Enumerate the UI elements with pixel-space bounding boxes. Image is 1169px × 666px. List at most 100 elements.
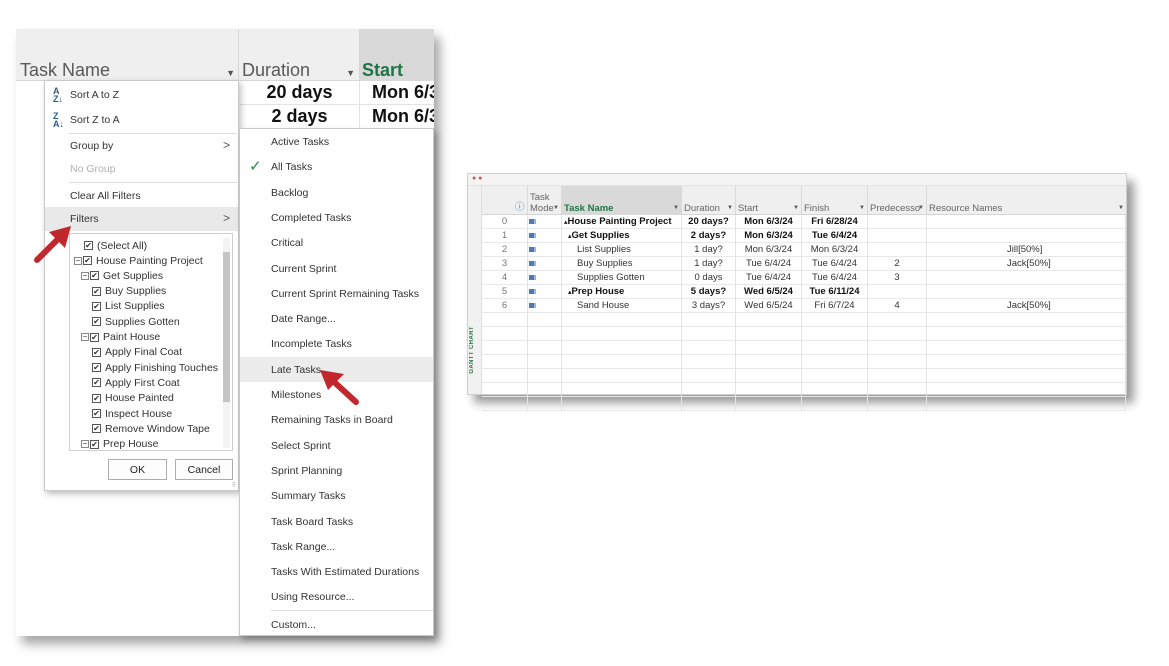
- finish-cell[interactable]: Tue 6/4/24: [802, 257, 868, 271]
- tree-item[interactable]: ✔ Supplies Gotten: [92, 314, 180, 329]
- task-name-cell[interactable]: Supplies Gotten: [562, 271, 682, 285]
- task-mode-cell[interactable]: [528, 299, 562, 313]
- collapse-icon[interactable]: −: [81, 333, 89, 341]
- predecessors-cell[interactable]: [868, 313, 927, 327]
- dropdown-arrow-icon[interactable]: ▼: [727, 203, 733, 214]
- dropdown-arrow-icon[interactable]: ▼: [673, 203, 679, 214]
- table-row[interactable]: 6 Sand House 3 days? Wed 6/5/24 Fri 6/7/24 4 J…: [482, 299, 1126, 313]
- row-id-cell[interactable]: [482, 369, 528, 383]
- checkbox-checked-icon[interactable]: ✔: [90, 271, 99, 281]
- dropdown-arrow-icon[interactable]: ▼: [793, 203, 799, 214]
- task-mode-cell[interactable]: [528, 369, 562, 383]
- task-name-cell[interactable]: [562, 383, 682, 397]
- duration-column-header[interactable]: Duration ▼: [682, 186, 736, 215]
- finish-cell[interactable]: [802, 383, 868, 397]
- table-row[interactable]: 0 ▴House Painting Project 20 days? Mon 6/3/…: [482, 215, 1126, 229]
- task-name-cell[interactable]: [562, 313, 682, 327]
- start-cell[interactable]: [736, 397, 802, 411]
- finish-cell[interactable]: [802, 369, 868, 383]
- filter-item[interactable]: Current Sprint Remaining Tasks: [240, 281, 433, 306]
- row-id-cell[interactable]: [482, 383, 528, 397]
- collapse-icon[interactable]: −: [81, 440, 89, 449]
- filter-item[interactable]: Backlog: [240, 180, 433, 205]
- resize-grip-icon[interactable]: ⠿: [232, 482, 236, 489]
- start-column-header[interactable]: Start ▼: [736, 186, 802, 215]
- filter-item[interactable]: Task Board Tasks: [240, 509, 433, 534]
- start-cell[interactable]: [736, 369, 802, 383]
- resource-names-cell[interactable]: [927, 327, 1126, 341]
- finish-cell[interactable]: Fri 6/7/24: [802, 299, 868, 313]
- dropdown-arrow-icon[interactable]: ▼: [1118, 203, 1124, 214]
- filter-item[interactable]: Current Sprint: [240, 256, 433, 281]
- task-name-cell[interactable]: [562, 397, 682, 411]
- task-mode-cell[interactable]: [528, 383, 562, 397]
- predecessors-cell[interactable]: [868, 369, 927, 383]
- filter-item[interactable]: Active Tasks: [240, 129, 433, 154]
- start-cell[interactable]: [736, 341, 802, 355]
- checkbox-checked-icon[interactable]: ✔: [83, 256, 92, 265]
- task-mode-cell[interactable]: [528, 229, 562, 243]
- table-row[interactable]: 3 Buy Supplies 1 day? Tue 6/4/24 Tue 6/4/24 2…: [482, 257, 1126, 271]
- start-cell[interactable]: Mon 6/3/24: [736, 229, 802, 243]
- duration-cell[interactable]: [682, 355, 736, 369]
- dropdown-arrow-icon[interactable]: ▼: [859, 203, 865, 214]
- finish-cell[interactable]: Mon 6/3/24: [802, 243, 868, 257]
- task-name-cell[interactable]: Buy Supplies: [562, 257, 682, 271]
- start-cell[interactable]: Tue 6/4/24: [736, 271, 802, 285]
- dropdown-arrow-icon[interactable]: ▼: [226, 68, 235, 78]
- collapse-icon[interactable]: −: [81, 271, 89, 280]
- task-name-cell[interactable]: [562, 369, 682, 383]
- task-mode-cell[interactable]: [528, 341, 562, 355]
- predecessors-cell[interactable]: [868, 229, 927, 243]
- duration-cell[interactable]: 20 days?: [682, 215, 736, 229]
- checkbox-checked-icon[interactable]: ✔: [92, 424, 101, 434]
- tree-item[interactable]: ✔ Apply Final Coat: [92, 345, 182, 360]
- predecessors-cell[interactable]: [868, 215, 927, 229]
- duration-cell[interactable]: [682, 383, 736, 397]
- task-name-cell[interactable]: Sand House: [562, 299, 682, 313]
- task-name-cell[interactable]: [562, 327, 682, 341]
- duration-cell[interactable]: 0 days: [682, 271, 736, 285]
- task-mode-cell[interactable]: [528, 257, 562, 271]
- tree-item[interactable]: ✔ Buy Supplies: [92, 284, 166, 299]
- predecessors-cell[interactable]: [868, 341, 927, 355]
- resource-names-cell[interactable]: [927, 355, 1126, 369]
- predecessors-cell[interactable]: [868, 243, 927, 257]
- resource-names-cell[interactable]: [927, 341, 1126, 355]
- resource-names-cell[interactable]: Jill[50%]: [927, 243, 1126, 257]
- resource-names-cell[interactable]: [927, 313, 1126, 327]
- row-id-cell[interactable]: [482, 355, 528, 369]
- resource-names-cell[interactable]: [927, 271, 1126, 285]
- duration-cell[interactable]: 1 day?: [682, 257, 736, 271]
- resource-names-cell[interactable]: [927, 215, 1126, 229]
- row-id-cell[interactable]: 4: [482, 271, 528, 285]
- duration-column-header[interactable]: Duration ▼: [240, 29, 360, 81]
- checkbox-checked-icon[interactable]: ✔: [90, 332, 99, 342]
- table-row[interactable]: 4 Supplies Gotten 0 days Tue 6/4/24 Tue 6/4/…: [482, 271, 1126, 285]
- checkbox-checked-icon[interactable]: ✔: [92, 347, 101, 357]
- empty-table-row[interactable]: [482, 313, 1126, 327]
- filter-item[interactable]: Completed Tasks: [240, 205, 433, 230]
- table-row[interactable]: 2 days Mon 6/3: [240, 105, 434, 129]
- checkbox-checked-icon[interactable]: ✔: [92, 301, 101, 311]
- finish-cell[interactable]: Fri 6/28/24: [802, 215, 868, 229]
- start-cell[interactable]: [736, 383, 802, 397]
- finish-cell[interactable]: Tue 6/4/24: [802, 271, 868, 285]
- dropdown-arrow-icon[interactable]: ▼: [553, 203, 559, 214]
- tree-item[interactable]: − ✔ Paint House: [81, 330, 160, 345]
- start-cell[interactable]: Wed 6/5/24: [736, 299, 802, 313]
- resource-names-cell[interactable]: Jack[50%]: [927, 257, 1126, 271]
- start-cell[interactable]: [736, 313, 802, 327]
- filter-item[interactable]: Date Range...: [240, 306, 433, 331]
- duration-cell[interactable]: 2 days: [240, 105, 360, 128]
- finish-cell[interactable]: Tue 6/11/24: [802, 285, 868, 299]
- task-mode-cell[interactable]: [528, 355, 562, 369]
- duration-cell[interactable]: [682, 313, 736, 327]
- resource-names-column-header[interactable]: Resource Names ▼: [927, 186, 1126, 215]
- empty-table-row[interactable]: [482, 355, 1126, 369]
- filter-item[interactable]: Tasks With Estimated Durations: [240, 559, 433, 584]
- task-name-cell[interactable]: [562, 355, 682, 369]
- task-name-cell[interactable]: ▴Prep House: [562, 285, 682, 299]
- resource-names-cell[interactable]: [927, 229, 1126, 243]
- predecessors-cell[interactable]: [868, 383, 927, 397]
